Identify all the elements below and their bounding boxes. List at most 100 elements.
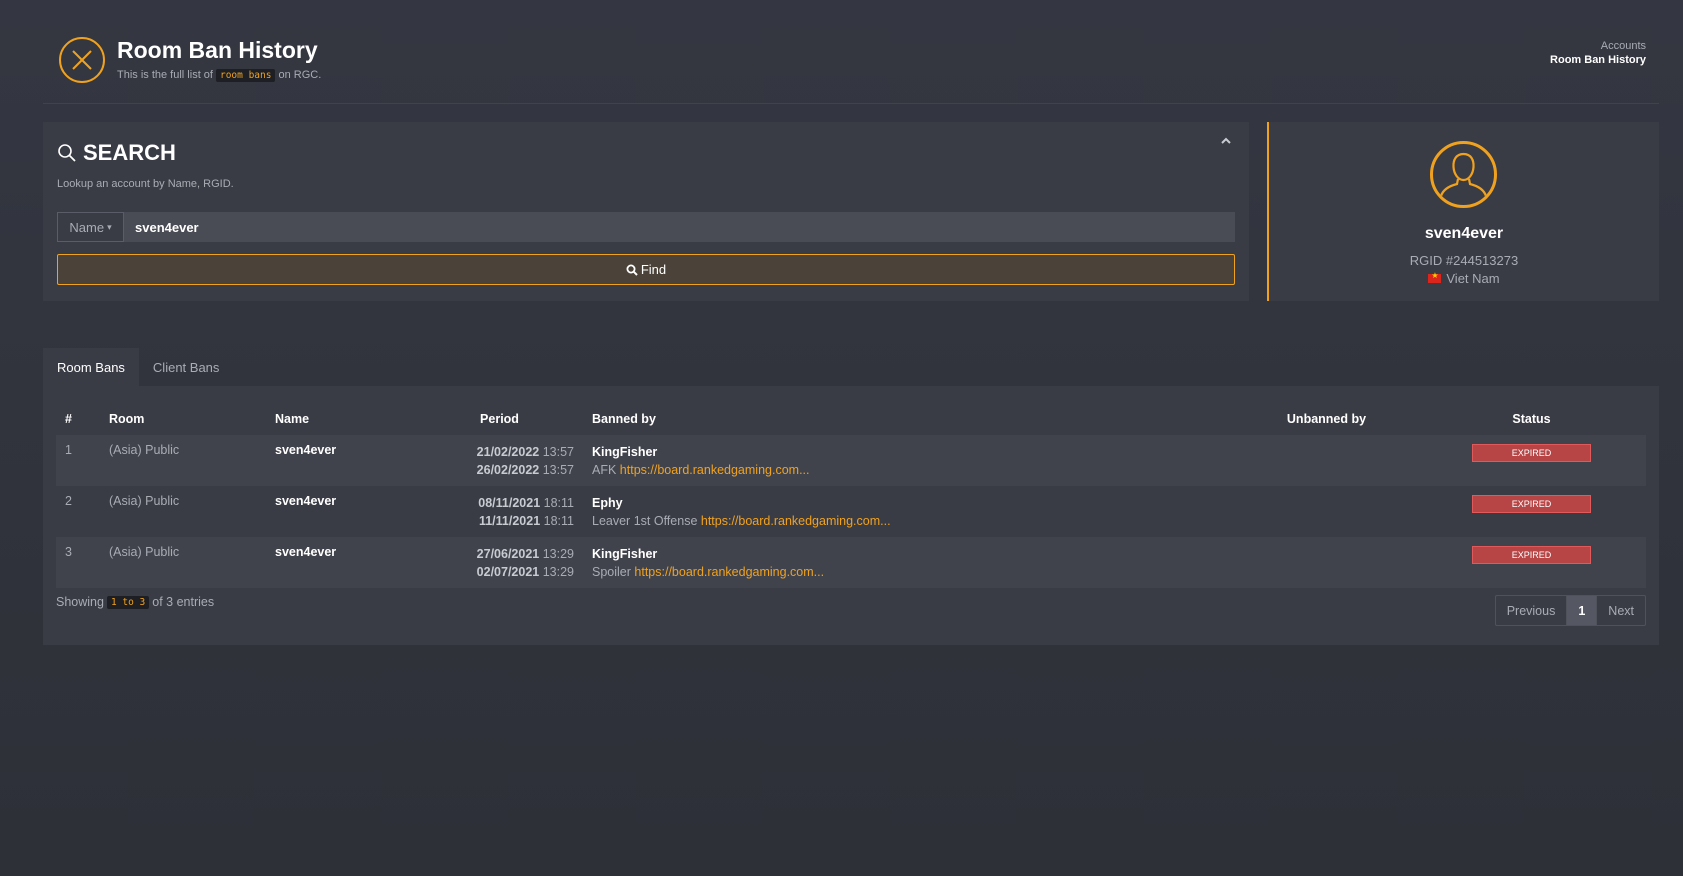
showing-text: Showing: [56, 595, 104, 609]
tab-room-bans[interactable]: Room Bans: [43, 348, 139, 386]
next-page-button[interactable]: Next: [1596, 596, 1645, 625]
bans-table-panel: # Room Name Period Banned by Unbanned by…: [43, 386, 1659, 645]
caret-down-icon: ▾: [107, 221, 112, 232]
search-icon: [58, 144, 76, 162]
status-badge: EXPIRED: [1472, 444, 1591, 462]
ban-tabs: Room Bans Client Bans: [43, 348, 233, 386]
profile-country-name: Viet Nam: [1446, 271, 1500, 286]
ban-reason: Leaver 1st Offense: [592, 514, 698, 528]
breadcrumb-accounts[interactable]: Accounts: [1550, 40, 1646, 52]
row-unbanned-by: [1236, 435, 1417, 486]
period-end-date: 02/07/2021: [476, 565, 540, 579]
profile-card: sven4ever RGID #244513273 Viet Nam: [1267, 122, 1659, 301]
row-name: sven4ever: [275, 443, 337, 457]
row-unbanned-by: [1236, 486, 1417, 537]
row-banned-by: KingFisher AFK https://board.rankedgamin…: [583, 435, 1236, 486]
row-room: (Asia) Public: [109, 494, 180, 508]
period-end-date: 11/11/2021: [478, 514, 541, 528]
period-start-time: 13:57: [542, 445, 574, 459]
period-end-time: 13:57: [542, 463, 574, 477]
subtitle-text: This is the full list of: [117, 69, 213, 81]
row-status: EXPIRED: [1417, 486, 1646, 537]
page-1-button[interactable]: 1: [1566, 596, 1597, 625]
bans-table: # Room Name Period Banned by Unbanned by…: [56, 402, 1646, 588]
status-badge: EXPIRED: [1472, 495, 1591, 513]
collapse-chevron-icon[interactable]: [1217, 134, 1235, 152]
row-name: sven4ever: [275, 545, 337, 559]
breadcrumb-current: Room Ban History: [1550, 54, 1646, 66]
row-period: 21/02/2022 13:57 26/02/2022 13:57: [416, 435, 583, 486]
period-start-date: 08/11/2021: [478, 496, 541, 510]
banned-by-name: KingFisher: [592, 445, 658, 459]
find-button-label: Find: [640, 262, 667, 277]
row-banned-by: KingFisher Spoiler https://board.rankedg…: [583, 537, 1236, 588]
breadcrumb: Accounts Room Ban History: [1550, 40, 1646, 66]
search-title-text: SEARCH: [83, 140, 176, 165]
column-header-room[interactable]: Room: [100, 402, 266, 435]
previous-page-button[interactable]: Previous: [1496, 596, 1567, 625]
column-header-period[interactable]: Period: [416, 402, 583, 435]
row-num: 1: [65, 443, 72, 457]
ban-evidence-link[interactable]: https://board.rankedgaming.com...: [620, 463, 810, 477]
column-header-unbanned-by[interactable]: Unbanned by: [1236, 402, 1417, 435]
showing-range-chip: 1 to 3: [106, 595, 150, 609]
subtitle-code-chip: room bans: [215, 69, 276, 82]
banned-by-name: Ephy: [592, 496, 623, 510]
user-avatar-icon: [1430, 141, 1497, 208]
row-unbanned-by: [1236, 537, 1417, 588]
search-panel: SEARCH Lookup an account by Name, RGID. …: [43, 122, 1249, 301]
search-description: Lookup an account by Name, RGID.: [57, 178, 234, 190]
row-room: (Asia) Public: [109, 545, 180, 559]
pagination: Previous 1 Next: [1494, 595, 1646, 626]
page-header: Room Ban History This is the full list o…: [43, 28, 1659, 104]
tab-client-bans[interactable]: Client Bans: [139, 348, 233, 386]
row-period: 27/06/2021 13:29 02/07/2021 13:29: [416, 537, 583, 588]
search-title: SEARCH: [57, 140, 176, 166]
page-subtitle: This is the full list of room bans on RGC.: [117, 69, 321, 82]
search-input-group: Name ▾: [57, 212, 1235, 242]
find-button[interactable]: Find: [57, 254, 1235, 285]
row-banned-by: Ephy Leaver 1st Offense https://board.ra…: [583, 486, 1236, 537]
search-input[interactable]: [124, 212, 1235, 242]
table-row: 1 (Asia) Public sven4ever 21/02/2022 13:…: [56, 435, 1646, 486]
row-status: EXPIRED: [1417, 537, 1646, 588]
profile-country: Viet Nam: [1269, 271, 1659, 286]
profile-name: sven4ever: [1424, 225, 1504, 242]
vietnam-flag-icon: [1428, 271, 1442, 283]
search-icon: [626, 264, 638, 276]
row-status: EXPIRED: [1417, 435, 1646, 486]
row-room: (Asia) Public: [109, 443, 180, 457]
row-num: 2: [65, 494, 72, 508]
ban-reason: AFK: [592, 463, 617, 477]
column-header-status[interactable]: Status: [1417, 402, 1646, 435]
page-title: Room Ban History: [117, 37, 318, 63]
row-num: 3: [65, 545, 72, 559]
ban-evidence-link[interactable]: https://board.rankedgaming.com...: [701, 514, 891, 528]
column-header-name[interactable]: Name: [266, 402, 416, 435]
period-end-date: 26/02/2022: [476, 463, 540, 477]
period-start-date: 27/06/2021: [476, 547, 540, 561]
showing-total-text: of 3 entries: [152, 595, 215, 609]
status-badge: EXPIRED: [1472, 546, 1591, 564]
period-end-time: 18:11: [543, 514, 574, 528]
row-name: sven4ever: [275, 494, 337, 508]
table-row: 2 (Asia) Public sven4ever 08/11/2021 18:…: [56, 486, 1646, 537]
period-start-time: 13:29: [542, 547, 574, 561]
column-header-banned-by[interactable]: Banned by: [583, 402, 1236, 435]
column-header-num[interactable]: #: [56, 402, 100, 435]
search-field-select[interactable]: Name ▾: [57, 212, 124, 242]
search-field-label: Name: [69, 219, 105, 235]
period-start-time: 18:11: [543, 496, 574, 510]
ban-evidence-link[interactable]: https://board.rankedgaming.com...: [634, 565, 824, 579]
table-info: Showing 1 to 3 of 3 entries: [56, 595, 214, 609]
close-circle-icon: [59, 37, 105, 83]
table-row: 3 (Asia) Public sven4ever 27/06/2021 13:…: [56, 537, 1646, 588]
row-period: 08/11/2021 18:11 11/11/2021 18:11: [416, 486, 583, 537]
table-header-row: # Room Name Period Banned by Unbanned by…: [56, 402, 1646, 435]
period-start-date: 21/02/2022: [476, 445, 540, 459]
banned-by-name: KingFisher: [592, 547, 658, 561]
subtitle-text-end: on RGC.: [278, 69, 322, 81]
ban-reason: Spoiler: [592, 565, 631, 579]
profile-rgid: RGID #244513273: [1409, 253, 1519, 268]
period-end-time: 13:29: [542, 565, 574, 579]
